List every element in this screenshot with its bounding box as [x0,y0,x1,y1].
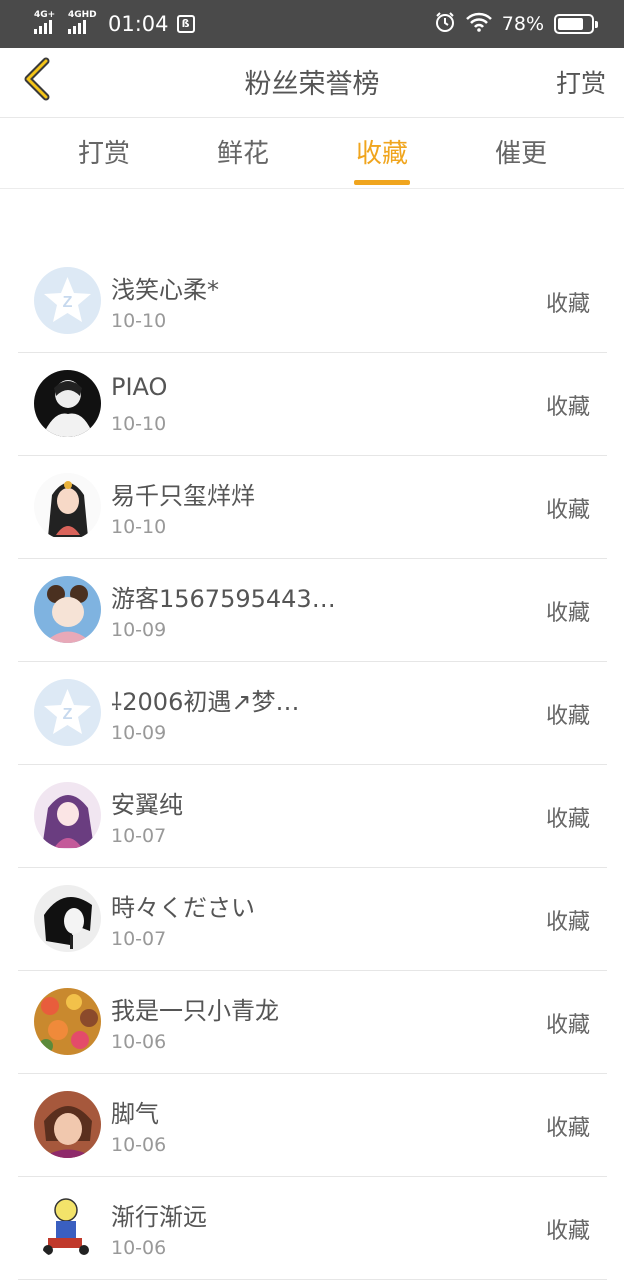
fan-date: 10-09 [111,619,167,641]
avatar [34,1091,101,1158]
fan-action-label: 收藏 [545,704,590,729]
fan-action-label: 收藏 [545,1013,590,1038]
svg-text:Z: Z [63,706,73,723]
fan-list: Z 浅笑心柔* 10-10 收藏 PIAO 10-10 收藏 易千只玺烊烊 10… [18,250,607,1280]
list-item[interactable]: 易千只玺烊烊 10-10 收藏 [18,456,607,559]
fan-action-label: 收藏 [545,601,590,626]
tab-flowers[interactable]: 鲜花 [183,119,303,189]
wifi-icon [465,12,492,36]
avatar [34,370,101,437]
fan-action-label: 收藏 [545,1116,590,1141]
network-type-label: 4G+ [34,10,56,20]
status-left: 4G+ 4GHD 01:04 ß [34,10,195,38]
signal-4g-plus-icon: 4G+ [34,10,60,36]
fan-date: 10-10 [111,310,167,332]
fan-action-label: 收藏 [545,1219,590,1244]
tab-bar: 打赏 鲜花 收藏 催更 [0,119,624,189]
tab-label: 催更 [494,139,547,169]
tab-reward[interactable]: 打赏 [44,119,164,189]
tab-label: 收藏 [355,139,408,169]
fan-date: 10-09 [111,722,167,744]
fan-name: ⸸2006初遇↗梦… [111,688,300,716]
svg-text:Z: Z [63,294,73,311]
alarm-icon [434,11,456,37]
battery-level-fill [558,18,583,30]
fan-date: 10-06 [111,1134,167,1156]
list-item[interactable]: Z 浅笑心柔* 10-10 收藏 [18,250,607,353]
list-item[interactable]: 時々ください 10-07 收藏 [18,868,607,971]
signal-4g-hd-icon: 4GHD [68,10,97,36]
fan-name: 浅笑心柔* [111,276,219,304]
fan-date: 10-10 [111,516,167,538]
status-bar: 4G+ 4GHD 01:04 ß 78% [0,0,624,48]
tab-label: 打赏 [77,139,130,169]
list-item[interactable]: PIAO 10-10 收藏 [18,353,607,456]
avatar [34,473,101,540]
active-tab-indicator [354,180,410,185]
status-right: 78% [434,10,598,38]
notification-box-icon: ß [176,15,195,33]
network-type-label-2: 4GHD [68,10,97,20]
fan-name: 脚气 [111,1100,159,1128]
fan-action-label: 收藏 [545,910,590,935]
list-item[interactable]: 我是一只小青龙 10-06 收藏 [18,971,607,1074]
fan-name: 渐行渐远 [111,1203,207,1231]
fan-name: 易千只玺烊烊 [111,482,255,510]
battery-percent: 78% [501,13,544,35]
fan-name: 我是一只小青龙 [111,997,279,1025]
fan-action-label: 收藏 [545,292,590,317]
avatar: Z [34,679,101,746]
list-item[interactable]: 安翼纯 10-07 收藏 [18,765,607,868]
fan-date: 10-10 [111,413,167,435]
avatar [34,988,101,1055]
fan-action-label: 收藏 [545,395,590,420]
fan-action-label: 收藏 [545,498,590,523]
nav-bar: 粉丝荣誉榜 打赏 [0,48,624,118]
avatar [34,576,101,643]
list-item[interactable]: 渐行渐远 10-06 收藏 [18,1177,607,1280]
fan-name: PIAO [111,373,168,401]
avatar [34,782,101,849]
page-title: 粉丝荣誉榜 [244,69,380,100]
fan-name: 游客1567595443… [111,585,336,613]
list-item[interactable]: Z ⸸2006初遇↗梦… 10-09 收藏 [18,662,607,765]
reward-button[interactable]: 打赏 [556,64,606,100]
tab-label: 鲜花 [216,139,269,169]
battery-icon [554,14,598,34]
fan-date: 10-07 [111,928,167,950]
list-item[interactable]: 脚气 10-06 收藏 [18,1074,607,1177]
avatar [34,885,101,952]
tab-favorites[interactable]: 收藏 [322,119,442,189]
list-item[interactable]: 游客1567595443… 10-09 收藏 [18,559,607,662]
fan-date: 10-06 [111,1237,167,1259]
fan-date: 10-07 [111,825,167,847]
fan-name: 時々ください [111,894,255,922]
clock-time: 01:04 [108,12,169,36]
tab-urge-update[interactable]: 催更 [461,119,581,189]
fan-date: 10-06 [111,1031,167,1053]
avatar: Z [34,267,101,334]
fan-name: 安翼纯 [111,791,183,819]
avatar [34,1194,101,1261]
fan-action-label: 收藏 [545,807,590,832]
